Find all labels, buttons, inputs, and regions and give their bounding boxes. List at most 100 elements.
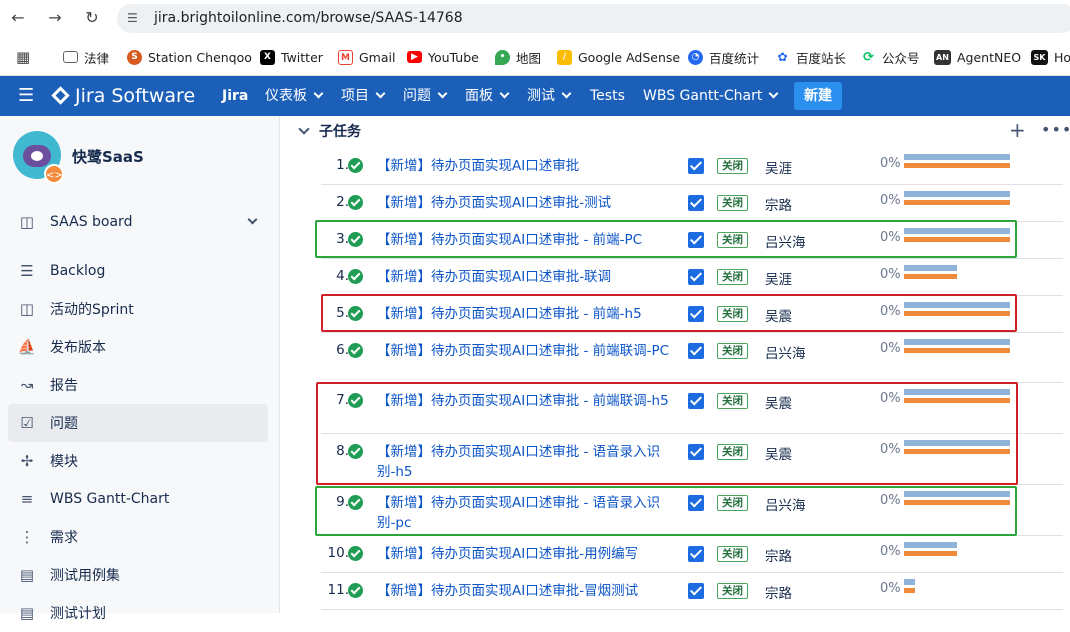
subtask-type-icon [688,495,704,511]
subtask-link[interactable]: 【新增】待办页面实现AI口述审批 - 前端-PC [377,230,677,250]
subtask-link[interactable]: 【新增】待办页面实现AI口述审批-测试 [377,193,677,213]
nav-projects[interactable]: 项目 [341,76,386,116]
sidebar-item-requirements[interactable]: ⋮ 需求 [8,518,268,556]
bookmark-wechat[interactable]: ⟳ 公众号 [861,47,920,67]
create-button[interactable]: 新建 [794,82,842,110]
subtask-link[interactable]: 【新增】待办页面实现AI口述审批 - 前端-h5 [377,304,677,324]
subtask-row[interactable]: 7. 【新增】待办页面实现AI口述审批 - 前端联调-h5 关闭 吴震 0% [321,383,1063,434]
row-number: 5. [336,305,349,321]
assignee-name: 宗路 [765,198,792,214]
address-bar[interactable]: ☰ jira.brightoilonline.com/browse/SAAS-1… [117,4,1070,33]
sidebar-item-releases[interactable]: ⛵ 发布版本 [8,328,268,366]
subtasks-header[interactable]: 子任务 [297,121,361,141]
test-plan-icon: ▤ [19,604,35,622]
status-badge: 关闭 [717,495,748,511]
logged-bar [904,200,1010,205]
baidu-paw-icon: ✿ [775,49,790,65]
bookmark-agentneo[interactable]: AN AgentNEO [934,47,1021,67]
back-arrow-icon[interactable]: ← [7,7,29,29]
subtask-row[interactable]: 6. 【新增】待办页面实现AI口述审批 - 前端联调-PC 关闭 吕兴海 0% [321,333,1063,383]
nav-jira[interactable]: Jira [222,76,248,116]
assignee-name: 宗路 [765,549,792,565]
chevron-down-icon [247,214,258,225]
sidebar-item-backlog[interactable]: ☰ Backlog [8,252,268,290]
progress-percent: 0% [880,341,901,356]
bookmark-twitter[interactable]: X Twitter [260,47,323,67]
subtask-link[interactable]: 【新增】待办页面实现AI口述审批 - 语音录入识别-h5 [377,442,677,482]
sk-icon: SK [1031,49,1048,65]
subtask-type-icon [688,195,704,211]
sidebar-item-issues[interactable]: ☑ 问题 [8,404,268,442]
bookmark-station-chenqoo[interactable]: S Station Chenqoo [127,47,252,67]
nav-boards[interactable]: 面板 [465,76,510,116]
apps-grid-icon[interactable]: ▦ [16,47,30,67]
site-settings-icon[interactable]: ☰ [127,11,141,25]
project-sidebar: <> 快鹭SaaS ◫ SAAS board ☰ Backlog ◫ 活动的Sp… [0,116,280,622]
subtask-link[interactable]: 【新增】待办页面实现AI口述审批-冒烟测试 [377,581,677,601]
bookmark-adsense[interactable]: / Google AdSense [557,47,680,67]
logged-bar [904,237,1010,242]
row-number: 4. [336,268,349,284]
subtask-type-icon [688,343,704,359]
sidebar-item-components[interactable]: ✢ 模块 [8,442,268,480]
bookmark-baidu-webmaster[interactable]: ✿ 百度站长 [775,47,846,67]
subtask-link[interactable]: 【新增】待办页面实现AI口述审批-联调 [377,267,677,287]
subtask-link[interactable]: 【新增】待办页面实现AI口述审批 - 前端联调-PC [377,341,677,361]
reload-icon[interactable]: ↻ [81,7,103,29]
bookmark-youtube[interactable]: ▶ YouTube [407,47,479,67]
done-check-icon [348,343,363,358]
subtask-row[interactable]: 1. 【新增】待办页面实现AI口述审批 关闭 吴涯 0% [321,148,1063,185]
row-number: 9. [336,494,349,510]
status-badge: 关闭 [717,158,748,174]
subtask-link[interactable]: 【新增】待办页面实现AI口述审批 [377,156,677,176]
sidebar-item-test-plans[interactable]: ▤ 测试计划 [8,594,268,632]
nav-dashboards[interactable]: 仪表板 [265,76,324,116]
issue-main-panel: 子任务 + ••• 1. 【新增】待办页面实现AI口述审批 关闭 吴涯 0% 2. 【新增】… [281,116,1070,613]
subtask-row[interactable]: 11. 【新增】待办页面实现AI口述审批-冒烟测试 关闭 宗路 0% [321,573,1063,610]
bookmark-gmail[interactable]: M Gmail [338,47,395,67]
bookmark-baidu-stats[interactable]: ◔ 百度统计 [688,47,759,67]
subtask-row[interactable]: 5. 【新增】待办页面实现AI口述审批 - 前端-h5 关闭 吴震 0% [321,296,1063,333]
nav-issues[interactable]: 问题 [403,76,448,116]
more-options-icon[interactable]: ••• [1041,119,1070,141]
subtask-type-icon [688,546,704,562]
folder-icon [63,51,78,63]
hamburger-menu-icon[interactable]: ☰ [18,76,34,116]
subtask-link[interactable]: 【新增】待办页面实现AI口述审批 - 语音录入识别-pc [377,493,677,533]
bookmark-maps[interactable]: • 地图 [495,47,541,67]
nav-tests[interactable]: 测试 [527,76,572,116]
chevron-down-icon [768,88,779,99]
project-name[interactable]: 快鹭SaaS [72,146,144,167]
progress-percent: 0% [880,544,901,559]
forward-arrow-icon[interactable]: → [44,7,66,29]
subtask-row[interactable]: 8. 【新增】待办页面实现AI口述审批 - 语音录入识别-h5 关闭 吴震 0% [321,434,1063,485]
subtask-link[interactable]: 【新增】待办页面实现AI口述审批-用例编写 [377,544,677,564]
estimate-bar [904,339,1010,345]
nav-tests-app[interactable]: Tests [590,76,625,116]
chevron-down-icon[interactable] [297,124,311,138]
subtask-link[interactable]: 【新增】待办页面实现AI口述审批 - 前端联调-h5 [377,391,677,411]
logged-bar [904,274,957,279]
progress-bars [904,265,1010,283]
bookmark-fa-lv[interactable]: 法律 [63,47,109,67]
subtask-row[interactable]: 3. 【新增】待办页面实现AI口述审批 - 前端-PC 关闭 吕兴海 0% [321,222,1063,259]
add-subtask-icon[interactable]: + [1009,119,1026,141]
logged-bar [904,163,1010,168]
sidebar-item-active-sprint[interactable]: ◫ 活动的Sprint [8,290,268,328]
jira-logo[interactable]: Jira Software [51,76,195,116]
assignee-name: 吴涯 [765,272,792,288]
subtask-row[interactable]: 10. 【新增】待办页面实现AI口述审批-用例编写 关闭 宗路 0% [321,536,1063,573]
nav-wbs-gantt[interactable]: WBS Gantt-Chart [643,76,779,116]
subtask-row[interactable]: 4. 【新增】待办页面实现AI口述审批-联调 关闭 吴涯 0% [321,259,1063,296]
sidebar-item-test-suites[interactable]: ▤ 测试用例集 [8,556,268,594]
subtask-row[interactable]: 9. 【新增】待办页面实现AI口述审批 - 语音录入识别-pc 关闭 吕兴海 0% [321,485,1063,536]
subtask-row[interactable]: 2. 【新增】待办页面实现AI口述审批-测试 关闭 宗路 0% [321,185,1063,222]
bookmark-ho[interactable]: SK Ho [1031,47,1070,67]
board-selector[interactable]: ◫ SAAS board [8,203,268,241]
sidebar-item-wbs-gantt[interactable]: ≡ WBS Gantt-Chart [8,480,268,518]
done-check-icon [348,444,363,459]
assignee-name: 吴震 [765,309,792,325]
sidebar-item-reports[interactable]: ↝ 报告 [8,366,268,404]
estimate-bar [904,440,1010,446]
url-text[interactable]: jira.brightoilonline.com/browse/SAAS-147… [154,10,463,26]
